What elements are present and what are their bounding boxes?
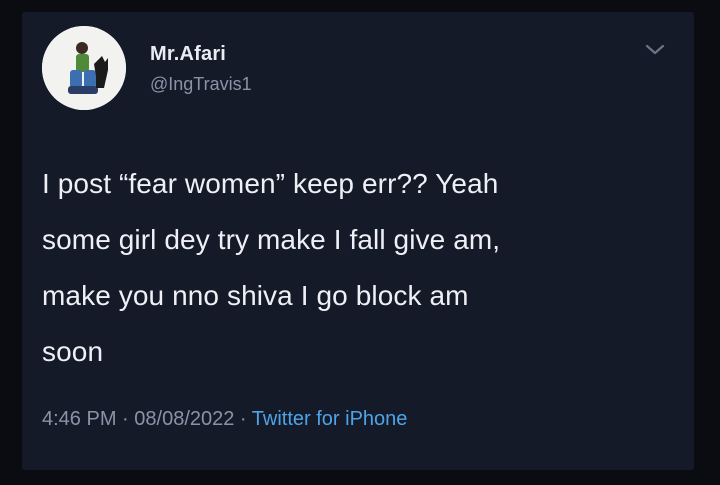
tweet-metadata: 4:46 PM · 08/08/2022 · Twitter for iPhon…	[42, 408, 407, 431]
screenshot-frame: Mr.Afari @IngTravis1 I post “fear women”…	[0, 0, 720, 485]
tweet-date[interactable]: 08/08/2022	[134, 408, 234, 430]
chevron-down-icon[interactable]	[642, 40, 668, 60]
tweet-card[interactable]: Mr.Afari @IngTravis1 I post “fear women”…	[22, 12, 694, 470]
tweet-time[interactable]: 4:46 PM	[42, 408, 116, 430]
meta-separator: ·	[116, 408, 135, 430]
profile-photo-icon	[42, 26, 126, 110]
user-handle[interactable]: @IngTravis1	[150, 74, 252, 95]
tweet-text: I post “fear women” keep err?? Yeah some…	[42, 168, 501, 367]
display-name[interactable]: Mr.Afari	[150, 43, 226, 66]
meta-separator: ·	[234, 408, 252, 430]
avatar[interactable]	[42, 26, 126, 110]
tweet-source-link[interactable]: Twitter for iPhone	[252, 408, 408, 430]
